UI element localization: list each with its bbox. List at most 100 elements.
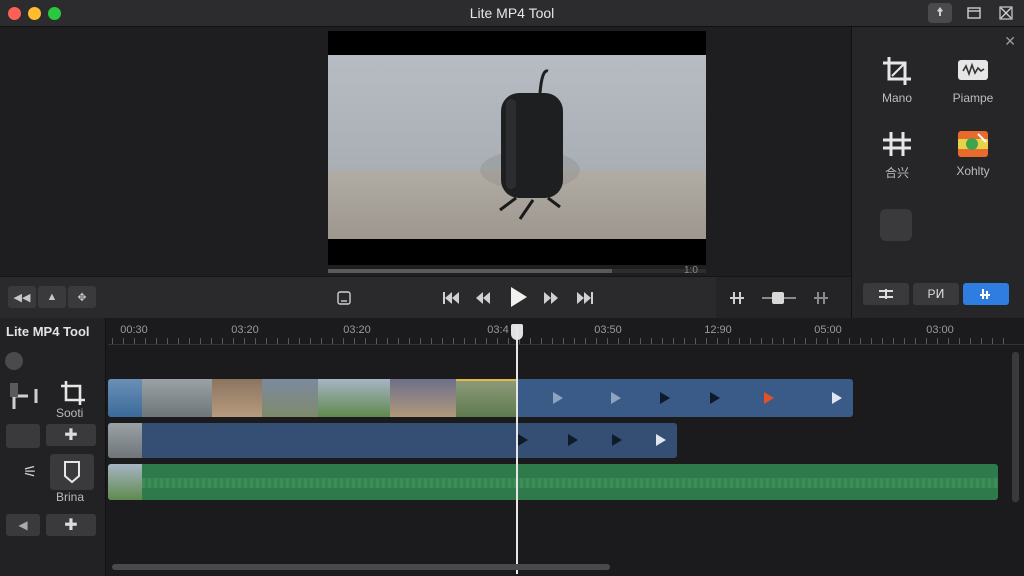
- fullscreen-icon[interactable]: [994, 3, 1018, 23]
- crop-clip-icon[interactable]: [56, 376, 90, 410]
- detach-icon[interactable]: ⚟: [16, 460, 44, 484]
- ruler-tick: [123, 338, 124, 344]
- ruler-label: 03:4: [487, 324, 509, 336]
- horizontal-scrollbar[interactable]: [112, 564, 610, 570]
- pin-icon[interactable]: [928, 3, 952, 23]
- ruler-tick: [420, 338, 421, 344]
- video-viewer: 1:0: [0, 27, 851, 276]
- ruler-tick: [431, 338, 432, 344]
- ruler-tick: [255, 338, 256, 344]
- split-tool-label: 合兴: [884, 166, 909, 180]
- ruler-tick: [959, 338, 960, 344]
- trim-button[interactable]: ▲: [38, 286, 66, 308]
- snapshot-icon[interactable]: [333, 287, 355, 309]
- adjust-icon: [879, 289, 893, 299]
- ruler-tick: [464, 338, 465, 344]
- tab-adjust[interactable]: [863, 283, 909, 305]
- playhead[interactable]: [516, 326, 518, 574]
- timeline-panel: Lite MP4 Tool Sooti ✚ ⚟ Brina ◀ ✚ 00:30 …: [0, 318, 1024, 576]
- edit-button-group: ◀◀ ▲ ✥: [8, 286, 96, 308]
- step-back-icon[interactable]: [472, 287, 494, 309]
- ruler-tick: [189, 338, 190, 344]
- ruler-tick: [200, 338, 201, 344]
- crop-tool-button[interactable]: Mano: [862, 51, 932, 105]
- ruler-tick: [695, 338, 696, 344]
- ruler-tick: [937, 338, 938, 344]
- clip-marker-icon: [553, 392, 563, 404]
- skip-end-icon[interactable]: [574, 287, 596, 309]
- ruler-tick: [354, 338, 355, 344]
- zoom-in-icon[interactable]: [810, 287, 832, 309]
- color-icon: [938, 124, 1008, 164]
- ruler-tick: [706, 338, 707, 344]
- clip-thumbnail[interactable]: [108, 379, 142, 417]
- ruler-tick: [794, 338, 795, 344]
- ruler-label: 12:90: [704, 324, 732, 336]
- tab-audio[interactable]: [963, 283, 1009, 305]
- clip-thumbnail[interactable]: [212, 379, 262, 417]
- audio-tool-button[interactable]: Pіampe: [938, 51, 1008, 105]
- ruler-tick: [145, 338, 146, 344]
- ruler-tick: [310, 338, 311, 344]
- ruler-tick: [277, 338, 278, 344]
- split-tool-button[interactable]: 合兴: [862, 124, 932, 181]
- zoom-controls: [716, 277, 851, 319]
- video-preview[interactable]: [328, 31, 706, 265]
- clip-thumbnail[interactable]: [142, 379, 212, 417]
- color-swatch[interactable]: [880, 209, 912, 241]
- ruler-tick: [629, 338, 630, 344]
- step-forward-icon[interactable]: [540, 287, 562, 309]
- ruler-tick: [717, 338, 718, 344]
- zoom-slider-handle[interactable]: [772, 292, 784, 304]
- audio-icon: [980, 289, 990, 299]
- ruler-tick: [739, 338, 740, 344]
- video-frame: [328, 55, 706, 239]
- ruler-tick: [156, 338, 157, 344]
- transport-bar: ◀◀ ▲ ✥: [0, 276, 851, 319]
- play-icon[interactable]: [505, 284, 531, 310]
- ruler-tick: [970, 338, 971, 344]
- active-marker-icon[interactable]: [764, 392, 774, 404]
- timeline-sidebar: Lite MP4 Tool Sooti ✚ ⚟ Brina ◀ ✚: [0, 318, 106, 576]
- clip-thumbnail[interactable]: [262, 379, 318, 417]
- clip-thumbnail[interactable]: [318, 379, 390, 417]
- ruler-tick: [486, 338, 487, 344]
- color-tool-button[interactable]: Xohlty: [938, 124, 1008, 178]
- preview-scrubber[interactable]: [328, 269, 706, 273]
- timeline-ruler[interactable]: 00:30 03:20 03:20 03:4 03:50 12:90 05:00…: [108, 318, 1024, 348]
- audio-tool-label: Pіampe: [952, 91, 994, 105]
- ruler-tick: [178, 338, 179, 344]
- add-video-track-button[interactable]: ✚: [46, 424, 96, 446]
- clip-thumbnail[interactable]: [390, 379, 456, 417]
- record-button[interactable]: [5, 352, 23, 370]
- zoom-out-icon[interactable]: [726, 287, 748, 309]
- tool-a-label: Sooti: [56, 406, 84, 420]
- video-track-main[interactable]: [108, 379, 853, 417]
- window-title: Lite MP4 Tool: [469, 5, 555, 21]
- clip-thumbnail[interactable]: [108, 464, 142, 500]
- audio-mute-button[interactable]: ◀: [6, 514, 40, 536]
- ruler-tick: [365, 338, 366, 344]
- clip-thumbnail[interactable]: [108, 423, 142, 458]
- trim-icon[interactable]: [6, 376, 44, 416]
- window-layout-icon[interactable]: [962, 3, 986, 23]
- ruler-tick: [398, 338, 399, 344]
- vertical-scrollbar[interactable]: [1012, 352, 1019, 502]
- ruler-tick: [838, 338, 839, 344]
- ruler-tick: [134, 338, 135, 344]
- tab-p[interactable]: PͶ: [913, 283, 959, 305]
- link-clip-button[interactable]: [6, 424, 40, 448]
- add-audio-track-button[interactable]: ✚: [46, 514, 96, 536]
- audio-track[interactable]: [108, 464, 998, 500]
- rewind-clip-button[interactable]: ◀◀: [8, 286, 36, 308]
- move-button[interactable]: ✥: [68, 286, 96, 308]
- tool-b-label: Brina: [56, 490, 85, 504]
- skip-start-icon[interactable]: [440, 287, 462, 309]
- ruler-label: 03:50: [594, 324, 622, 336]
- shape-icon[interactable]: [50, 454, 94, 490]
- video-track-secondary[interactable]: [108, 423, 677, 458]
- ruler-tick: [222, 338, 223, 344]
- clip-thumbnail-selected[interactable]: [456, 379, 518, 417]
- close-icon[interactable]: ✕: [1004, 33, 1016, 50]
- ruler-tick: [816, 338, 817, 344]
